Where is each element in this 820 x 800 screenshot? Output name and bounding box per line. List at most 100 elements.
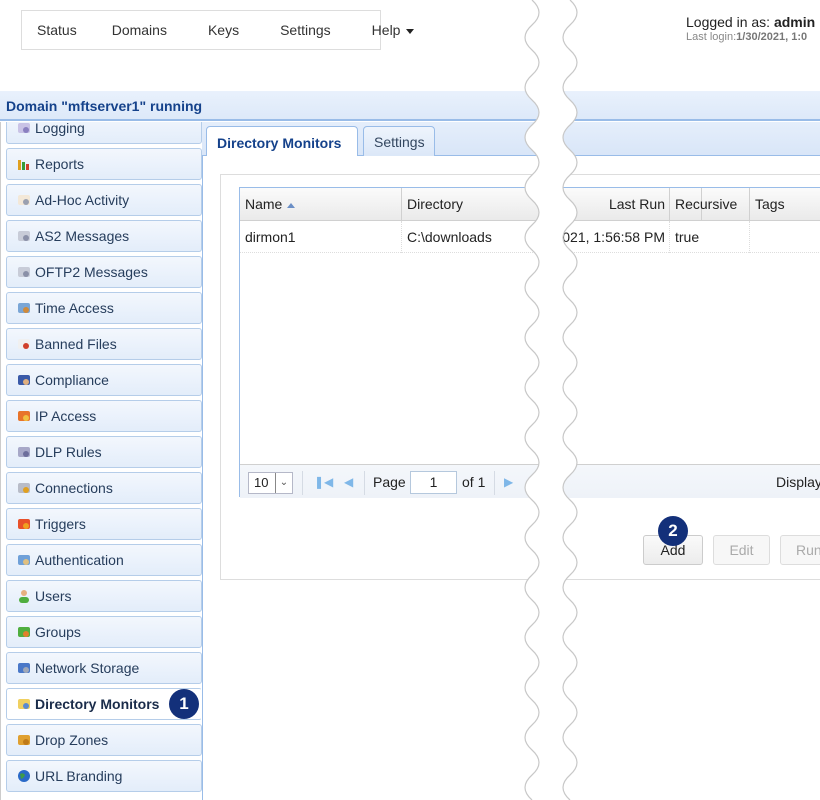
clock-icon	[17, 301, 31, 315]
tab-settings[interactable]: Settings	[363, 126, 435, 157]
caret-down-icon	[406, 28, 415, 34]
pager-separator	[302, 471, 303, 495]
login-info: Logged in as: admin Last login:1/30/2021…	[686, 14, 815, 43]
column-header-recursive[interactable]: Recursive	[670, 188, 750, 221]
sidebar-item-authentication[interactable]: Authentication	[6, 544, 202, 576]
page-label: Page	[373, 474, 406, 490]
sidebar-item-logging[interactable]: Logging	[6, 122, 202, 144]
torn-page-break	[524, 0, 578, 800]
sidebar-item-label: Banned Files	[35, 336, 117, 352]
pager-separator	[494, 471, 495, 495]
sidebar-item-label: Ad-Hoc Activity	[35, 192, 130, 208]
domain-status-bar: Domain "mftserver1" running	[0, 91, 820, 121]
sidebar-item-label: Network Storage	[35, 660, 140, 676]
sidebar-item-label: Time Access	[35, 300, 114, 316]
column-header-tags[interactable]: Tags	[750, 188, 820, 221]
step-1-callout: 1	[169, 689, 199, 719]
sidebar-item-label: Directory Monitors	[35, 696, 160, 712]
sidebar-item-label: OFTP2 Messages	[35, 264, 148, 280]
step-2-callout: 2	[658, 516, 688, 546]
page-size-select[interactable]: 10 ⌄	[248, 472, 293, 494]
sidebar-item-reports[interactable]: Reports	[6, 148, 202, 180]
sidebar-item-label: Users	[35, 588, 72, 604]
sidebar-item-label: Groups	[35, 624, 81, 640]
banned-file-icon	[17, 337, 31, 351]
chevron-down-icon[interactable]: ⌄	[275, 473, 292, 493]
sidebar-item-as2-messages[interactable]: AS2 Messages	[6, 220, 202, 252]
column-header-name[interactable]: Name	[240, 188, 402, 221]
id-card-icon	[17, 553, 31, 567]
sidebar-item-network-storage[interactable]: Network Storage	[6, 652, 202, 684]
first-page-icon[interactable]: ❚◀	[314, 475, 333, 489]
messages-icon	[17, 229, 31, 243]
group-icon	[17, 625, 31, 639]
sort-ascending-icon	[287, 202, 296, 208]
sidebar-item-label: Reports	[35, 156, 85, 172]
folder-monitor-icon	[17, 697, 31, 711]
user-icon	[17, 589, 31, 603]
box-icon	[17, 733, 31, 747]
sidebar-item-connections[interactable]: Connections	[6, 472, 202, 504]
domain-title: Domain "mftserver1" running	[6, 98, 203, 114]
globe-icon	[17, 769, 31, 783]
nav-status[interactable]: Status	[22, 22, 77, 38]
next-page-icon[interactable]: ▶	[504, 475, 513, 489]
sidebar-item-triggers[interactable]: Triggers	[6, 508, 202, 540]
firewall-icon	[17, 409, 31, 423]
last-login-label: Last login:	[686, 31, 737, 43]
sidebar-item-url-branding[interactable]: URL Branding	[6, 760, 202, 792]
main-panel: Directory Monitors Settings Name Directo…	[202, 122, 820, 800]
nav-settings[interactable]: Settings	[266, 22, 331, 38]
envelope-icon	[17, 193, 31, 207]
cell-tags	[750, 221, 820, 253]
run-button[interactable]: Run	[780, 535, 820, 565]
sidebar-item-label: Triggers	[35, 516, 86, 532]
sidebar-item-groups[interactable]: Groups	[6, 616, 202, 648]
previous-page-icon[interactable]: ◀	[344, 475, 353, 489]
page-of-label: of 1	[462, 474, 486, 490]
speech-bubble-icon	[17, 122, 31, 135]
nav-help-label: Help	[371, 22, 401, 38]
sidebar-item-label: Drop Zones	[35, 732, 109, 748]
page-number-input[interactable]: 1	[410, 471, 457, 494]
tab-directory-monitors[interactable]: Directory Monitors	[206, 126, 358, 158]
sidebar-item-label: Authentication	[35, 552, 124, 568]
sidebar-item-time-access[interactable]: Time Access	[6, 292, 202, 324]
nav-keys[interactable]: Keys	[194, 22, 239, 38]
sidebar-item-label: IP Access	[35, 408, 97, 424]
sidebar-item-ip-access[interactable]: IP Access	[6, 400, 202, 432]
sidebar-item-users[interactable]: Users	[6, 580, 202, 612]
sidebar-item-compliance[interactable]: Compliance	[6, 364, 202, 396]
sidebar-item-label: AS2 Messages	[35, 228, 130, 244]
officer-icon	[17, 373, 31, 387]
messages-icon	[17, 265, 31, 279]
cell-name: dirmon1	[240, 221, 402, 253]
network-icon	[17, 661, 31, 675]
logged-in-label: Logged in as:	[686, 14, 774, 30]
lightning-icon	[17, 517, 31, 531]
tab-strip: Directory Monitors Settings	[202, 122, 820, 158]
gear-icon	[17, 481, 31, 495]
sidebar-item-dlp-rules[interactable]: DLP Rules	[6, 436, 202, 468]
edit-button[interactable]: Edit	[713, 535, 770, 565]
sidebar-item-oftp2-messages[interactable]: OFTP2 Messages	[6, 256, 202, 288]
page-size-value: 10	[254, 475, 269, 490]
top-navigation: Status Domains Keys Settings Help	[21, 10, 415, 50]
pager-separator	[364, 471, 365, 495]
nav-domains[interactable]: Domains	[98, 22, 167, 38]
sidebar-item-drop-zones[interactable]: Drop Zones	[6, 724, 202, 756]
bar-chart-icon	[17, 157, 31, 171]
sidebar-item-banned-files[interactable]: Banned Files	[6, 328, 202, 360]
cell-recursive: true	[670, 221, 750, 253]
sidebar-item-label: URL Branding	[35, 768, 123, 784]
logged-in-user: admin	[773, 14, 816, 30]
displaying-text: Displaying	[776, 474, 820, 490]
sidebar-item-label: Compliance	[35, 372, 109, 388]
sidebar-item-label: DLP Rules	[35, 444, 102, 460]
sidebar-item-label: Connections	[35, 480, 113, 496]
shield-icon	[17, 445, 31, 459]
sidebar-item-label: Logging	[35, 122, 85, 136]
nav-help[interactable]: Help	[358, 22, 415, 38]
column-name-label: Name	[245, 196, 283, 212]
sidebar-item-ad-hoc-activity[interactable]: Ad-Hoc Activity	[6, 184, 202, 216]
